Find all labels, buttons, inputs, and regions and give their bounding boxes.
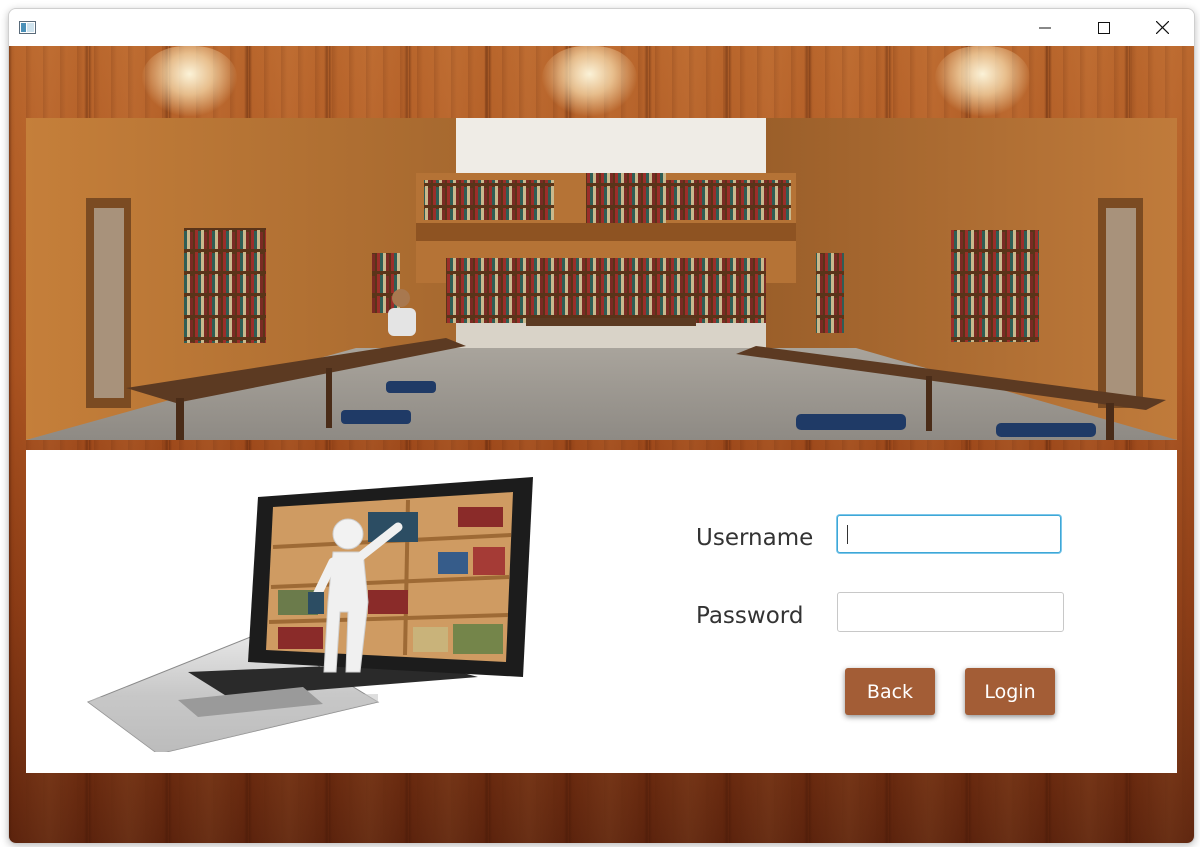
laptop-bookshelf-illustration: [86, 477, 533, 752]
password-label: Password: [696, 603, 804, 629]
wood-background: Username Password Back Login: [9, 46, 1194, 843]
maximize-button[interactable]: [1075, 9, 1133, 46]
username-input[interactable]: [837, 515, 1061, 553]
minimize-button[interactable]: [1016, 9, 1074, 46]
ceiling-light: [935, 46, 1030, 116]
minimize-icon: [1039, 27, 1051, 28]
login-panel: Username Password Back Login: [26, 450, 1177, 773]
maximize-icon: [1098, 21, 1110, 34]
library-banner-image: [26, 118, 1177, 440]
username-label: Username: [696, 525, 814, 551]
ceiling-light: [542, 46, 637, 116]
close-icon: [1155, 21, 1169, 34]
ceiling-light: [142, 46, 237, 116]
back-button[interactable]: Back: [845, 668, 935, 715]
close-button[interactable]: [1133, 9, 1191, 46]
title-bar[interactable]: [9, 9, 1194, 46]
login-button[interactable]: Login: [965, 668, 1055, 715]
text-caret: [847, 525, 848, 544]
password-input[interactable]: [837, 592, 1064, 632]
app-window: Username Password Back Login: [8, 8, 1195, 844]
app-icon: [19, 21, 36, 34]
